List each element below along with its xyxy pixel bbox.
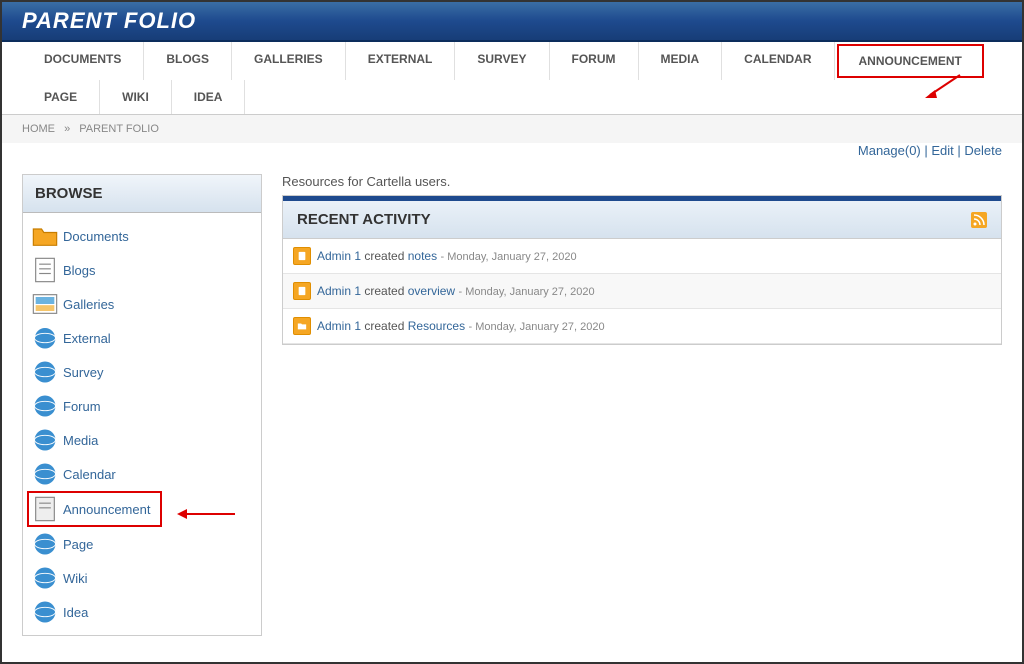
sidebar-item-idea[interactable]: Idea xyxy=(27,595,257,629)
sidebar-item-calendar[interactable]: Calendar xyxy=(27,457,257,491)
activity-object[interactable]: overview xyxy=(408,284,455,298)
sidebar-item-wiki[interactable]: Wiki xyxy=(27,561,257,595)
rss-icon[interactable] xyxy=(971,212,987,228)
activity-date: - Monday, January 27, 2020 xyxy=(468,321,604,333)
sidebar-item-page[interactable]: Page xyxy=(27,527,257,561)
sidebar-item-galleries[interactable]: Galleries xyxy=(27,287,257,321)
panel-title: RECENT ACTIVITY xyxy=(297,211,431,228)
globe-icon xyxy=(31,426,59,454)
sidebar-label: Media xyxy=(63,433,98,448)
sidebar: BROWSE Documents Blogs Galleries Externa… xyxy=(22,174,262,636)
breadcrumb-home[interactable]: HOME xyxy=(22,123,55,135)
sidebar-label: Page xyxy=(63,537,93,552)
delete-link[interactable]: Delete xyxy=(964,143,1002,158)
panel-header: RECENT ACTIVITY xyxy=(283,201,1001,239)
sidebar-item-blogs[interactable]: Blogs xyxy=(27,253,257,287)
breadcrumb-current: PARENT FOLIO xyxy=(79,123,159,135)
image-icon xyxy=(31,290,59,318)
tab-forum[interactable]: FORUM xyxy=(550,42,639,80)
globe-icon xyxy=(31,564,59,592)
breadcrumb-sep: » xyxy=(64,123,70,135)
globe-icon xyxy=(31,324,59,352)
document-icon xyxy=(293,247,311,265)
tab-survey[interactable]: SURVEY xyxy=(455,42,549,80)
tab-blogs[interactable]: BLOGS xyxy=(144,42,232,80)
activity-date: - Monday, January 27, 2020 xyxy=(458,286,594,298)
sidebar-item-announcement[interactable]: Announcement xyxy=(27,491,162,527)
sidebar-item-documents[interactable]: Documents xyxy=(27,219,257,253)
activity-action: created xyxy=(364,284,404,298)
activity-action: created xyxy=(364,249,404,263)
activity-object[interactable]: notes xyxy=(408,249,437,263)
tab-documents[interactable]: DOCUMENTS xyxy=(22,42,144,80)
folder-icon xyxy=(293,317,311,335)
tab-wiki[interactable]: WIKI xyxy=(100,80,172,114)
sidebar-label: Forum xyxy=(63,399,101,414)
activity-user[interactable]: Admin 1 xyxy=(317,284,361,298)
document-icon xyxy=(31,256,59,284)
sidebar-item-forum[interactable]: Forum xyxy=(27,389,257,423)
top-links: Manage(0) | Edit | Delete xyxy=(2,143,1022,158)
arrow-annotation xyxy=(175,506,235,522)
globe-icon xyxy=(31,598,59,626)
sidebar-label: Announcement xyxy=(63,502,150,517)
folder-icon xyxy=(31,222,59,250)
sidebar-label: Galleries xyxy=(63,297,114,312)
manage-link[interactable]: Manage(0) xyxy=(858,143,921,158)
content-area: Resources for Cartella users. RECENT ACT… xyxy=(282,174,1002,636)
sidebar-label: Wiki xyxy=(63,571,88,586)
page-header: PARENT FOLIO xyxy=(2,2,1022,42)
sidebar-label: External xyxy=(63,331,111,346)
sidebar-label: Survey xyxy=(63,365,103,380)
sidebar-label: Calendar xyxy=(63,467,116,482)
globe-icon xyxy=(31,460,59,488)
tab-media[interactable]: MEDIA xyxy=(639,42,723,80)
document-icon xyxy=(293,282,311,300)
sidebar-item-media[interactable]: Media xyxy=(27,423,257,457)
edit-link[interactable]: Edit xyxy=(931,143,953,158)
activity-user[interactable]: Admin 1 xyxy=(317,319,361,333)
browse-list: Documents Blogs Galleries External Surve… xyxy=(23,213,261,635)
tab-page[interactable]: PAGE xyxy=(22,80,100,114)
main-tabs: DOCUMENTS BLOGS GALLERIES EXTERNAL SURVE… xyxy=(2,42,1022,115)
activity-user[interactable]: Admin 1 xyxy=(317,249,361,263)
activity-row: Admin 1 created notes - Monday, January … xyxy=(283,239,1001,274)
breadcrumb: HOME » PARENT FOLIO xyxy=(2,115,1022,143)
recent-activity-panel: RECENT ACTIVITY Admin 1 created notes - … xyxy=(282,195,1002,345)
sidebar-item-survey[interactable]: Survey xyxy=(27,355,257,389)
globe-icon xyxy=(31,358,59,386)
activity-date: - Monday, January 27, 2020 xyxy=(440,251,576,263)
tab-calendar[interactable]: CALENDAR xyxy=(722,42,834,80)
sidebar-label: Idea xyxy=(63,605,88,620)
activity-action: created xyxy=(364,319,404,333)
tab-idea[interactable]: IDEA xyxy=(172,80,246,114)
tab-galleries[interactable]: GALLERIES xyxy=(232,42,346,80)
activity-row: Admin 1 created Resources - Monday, Janu… xyxy=(283,309,1001,344)
tab-external[interactable]: EXTERNAL xyxy=(346,42,456,80)
activity-object[interactable]: Resources xyxy=(408,319,465,333)
folio-description: Resources for Cartella users. xyxy=(282,174,1002,189)
arrow-annotation xyxy=(925,70,965,100)
announcement-icon xyxy=(31,495,59,523)
sidebar-label: Blogs xyxy=(63,263,96,278)
sidebar-label: Documents xyxy=(63,229,129,244)
globe-icon xyxy=(31,392,59,420)
sidebar-item-external[interactable]: External xyxy=(27,321,257,355)
sidebar-header: BROWSE xyxy=(23,175,261,213)
globe-icon xyxy=(31,530,59,558)
activity-row: Admin 1 created overview - Monday, Janua… xyxy=(283,274,1001,309)
